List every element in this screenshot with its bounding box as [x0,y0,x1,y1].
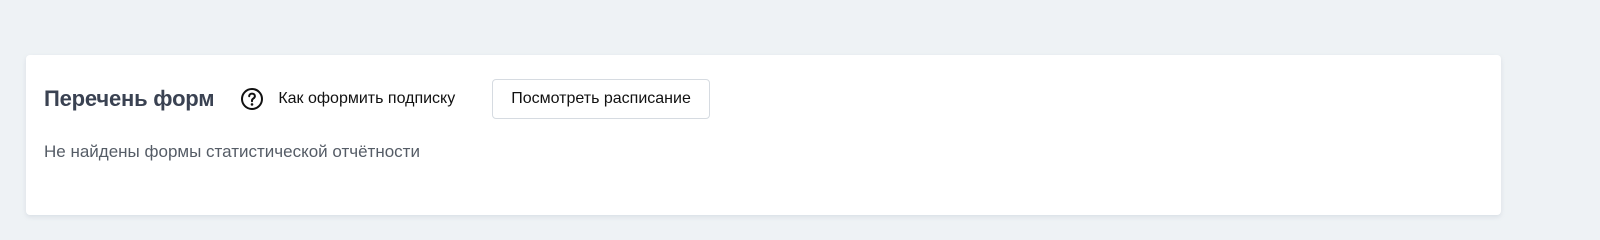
view-schedule-button[interactable]: Посмотреть расписание [492,79,710,119]
page-title: Перечень форм [44,86,215,111]
question-circle-icon [240,87,264,111]
forms-panel: Перечень форм Как оформить подписку Посм… [26,55,1501,215]
subscription-help-label: Как оформить подписку [278,90,456,107]
subscription-help-link[interactable]: Как оформить подписку [240,87,455,111]
forms-panel-header: Перечень форм Как оформить подписку Посм… [44,78,710,120]
empty-forms-message: Не найдены формы статистической отчётнос… [44,142,420,161]
